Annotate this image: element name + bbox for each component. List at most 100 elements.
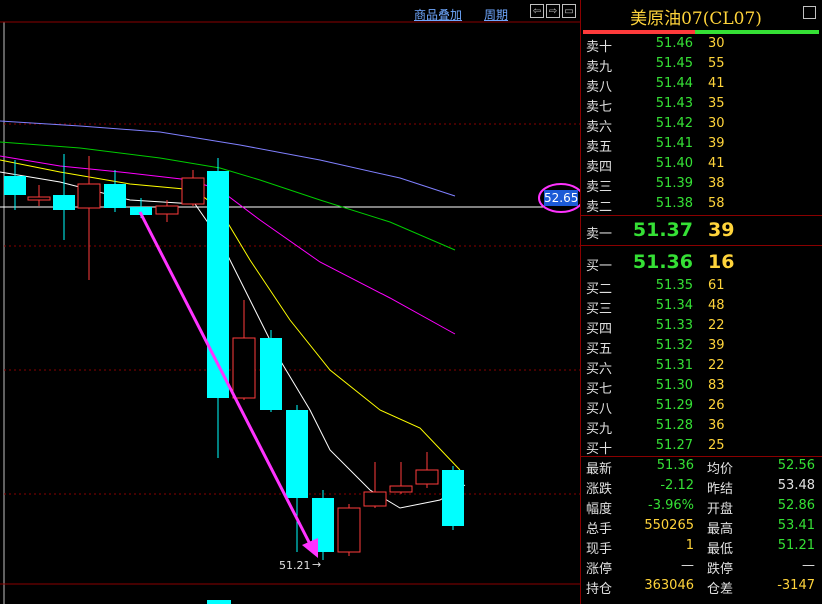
stat-item: 最新 51.36	[586, 458, 696, 477]
volume-bar	[207, 600, 231, 604]
bid-row[interactable]: 买二 51.35 61	[581, 276, 822, 297]
panel-toggle-icon[interactable]	[803, 6, 816, 19]
ask-row[interactable]: 卖九 51.45 55	[581, 54, 822, 75]
candle-body-up	[155, 205, 179, 215]
bid-volume: 36	[708, 418, 725, 433]
candle-body-up	[389, 485, 413, 493]
ask-volume: 55	[708, 56, 725, 71]
bid-level-label: 买七	[586, 382, 613, 397]
candle-body-down	[53, 195, 75, 210]
ask-level-label: 卖四	[586, 160, 613, 175]
stat-item: 均价 52.56	[707, 458, 817, 477]
stat-value: -3.96%	[648, 498, 694, 513]
bid-row[interactable]: 买五 51.32 39	[581, 336, 822, 357]
bid-volume: 25	[708, 438, 725, 453]
ask-volume: 30	[708, 36, 725, 51]
stat-value: -2.12	[660, 478, 694, 493]
bid-price: 51.29	[655, 398, 693, 413]
bid-row[interactable]: 买八 51.29 26	[581, 396, 822, 417]
best-ask-volume: 39	[708, 219, 735, 241]
stat-value: 52.56	[777, 458, 815, 473]
stat-label: 跌停	[707, 562, 734, 577]
scroll-left-icon[interactable]: ⇦	[530, 4, 544, 18]
current-price-tag: 52.65	[544, 190, 579, 206]
candle-body-down	[286, 410, 308, 498]
bid-row[interactable]: 买七 51.30 83	[581, 376, 822, 397]
bid-price: 51.32	[655, 338, 693, 353]
bid-row[interactable]: 买九 51.28 36	[581, 416, 822, 437]
ask-row[interactable]: 卖二 51.38 58	[581, 194, 822, 215]
kline-chart-area[interactable]: 商品叠加 周期 ⇦ ⇨ ▭ 52.65 51.21 →	[0, 0, 580, 604]
ask-row[interactable]: 卖十 51.46 30	[581, 34, 822, 55]
stat-label: 最低	[707, 542, 734, 557]
best-bid-price: 51.36	[632, 251, 693, 273]
stat-label: 仓差	[707, 582, 734, 597]
bid-volume: 22	[708, 318, 725, 333]
ask-volume: 35	[708, 96, 725, 111]
bid-volume: 83	[708, 378, 725, 393]
bid-row[interactable]: 买三 51.34 48	[581, 296, 822, 317]
bid-level-label: 买九	[586, 422, 613, 437]
stat-item: 仓差 -3147	[707, 578, 817, 597]
bid-price: 51.30	[655, 378, 693, 393]
instrument-title: 美原油07(CL07)	[630, 9, 762, 29]
bid-price: 51.28	[655, 418, 693, 433]
ask-price: 51.44	[655, 76, 693, 91]
stat-item: 最高 53.41	[707, 518, 817, 537]
ask-level-label: 卖十	[586, 40, 613, 55]
ask-level-label: 卖五	[586, 140, 613, 155]
ask-volume: 58	[708, 196, 725, 211]
bid-row[interactable]: 买十 51.27 25	[581, 436, 822, 457]
bid-row[interactable]: 买六 51.31 22	[581, 356, 822, 377]
ask-row[interactable]: 卖七 51.43 35	[581, 94, 822, 115]
scroll-right-icon[interactable]: ⇨	[546, 4, 560, 18]
ask-row[interactable]: 卖五 51.41 39	[581, 134, 822, 155]
stat-label: 开盘	[707, 502, 734, 517]
best-bid-row[interactable]: 买一 51.36 16	[581, 251, 822, 274]
ask-price: 51.42	[655, 116, 693, 131]
period-link[interactable]: 周期	[484, 6, 508, 23]
bid-level-label: 买十	[586, 442, 613, 457]
bid-level-label: 买六	[586, 362, 613, 377]
candle-body-up	[181, 177, 205, 205]
ask-level-label: 卖六	[586, 120, 613, 135]
stat-label: 昨结	[707, 482, 734, 497]
candle-body-up	[77, 183, 101, 209]
ask-row[interactable]: 卖四 51.40 41	[581, 154, 822, 175]
ask-row[interactable]: 卖六 51.42 30	[581, 114, 822, 135]
bid-volume: 39	[708, 338, 725, 353]
ask-level-label: 卖七	[586, 100, 613, 115]
candle-body-down	[104, 184, 126, 208]
overlay-commodity-link[interactable]: 商品叠加	[414, 6, 462, 23]
stat-item: 涨停 —	[586, 558, 696, 577]
bid-volume: 48	[708, 298, 725, 313]
maximize-icon[interactable]: ▭	[562, 4, 576, 18]
stat-item: 现手 1	[586, 538, 696, 557]
ask-row[interactable]: 卖三 51.39 38	[581, 174, 822, 195]
kline-chart[interactable]	[0, 0, 580, 604]
ask-level-label: 卖九	[586, 60, 613, 75]
stat-label: 均价	[707, 462, 734, 477]
stat-item: 总手 550265	[586, 518, 696, 537]
stat-item: 开盘 52.86	[707, 498, 817, 517]
bid-row[interactable]: 买四 51.33 22	[581, 316, 822, 337]
stat-value: 53.48	[777, 478, 815, 493]
best-bid-label: 买一	[586, 259, 613, 274]
ask-price: 51.41	[655, 136, 693, 151]
stat-value: 52.86	[777, 498, 815, 513]
ask-level-label: 卖八	[586, 80, 613, 95]
stat-value: 51.36	[656, 458, 694, 473]
ask-price: 51.38	[655, 196, 693, 211]
stat-label: 涨停	[586, 562, 613, 577]
stat-value: 53.41	[777, 518, 815, 533]
stat-label: 最新	[586, 462, 613, 477]
bid-price: 51.33	[655, 318, 693, 333]
best-ask-row[interactable]: 卖一 51.37 39	[581, 219, 822, 242]
stat-label: 持仓	[586, 582, 613, 597]
ask-row[interactable]: 卖八 51.44 41	[581, 74, 822, 95]
stat-value: 51.21	[777, 538, 815, 553]
candle-body-up	[27, 196, 51, 201]
candle-body-up	[415, 469, 439, 485]
stat-label: 涨跌	[586, 482, 613, 497]
stat-label: 最高	[707, 522, 734, 537]
